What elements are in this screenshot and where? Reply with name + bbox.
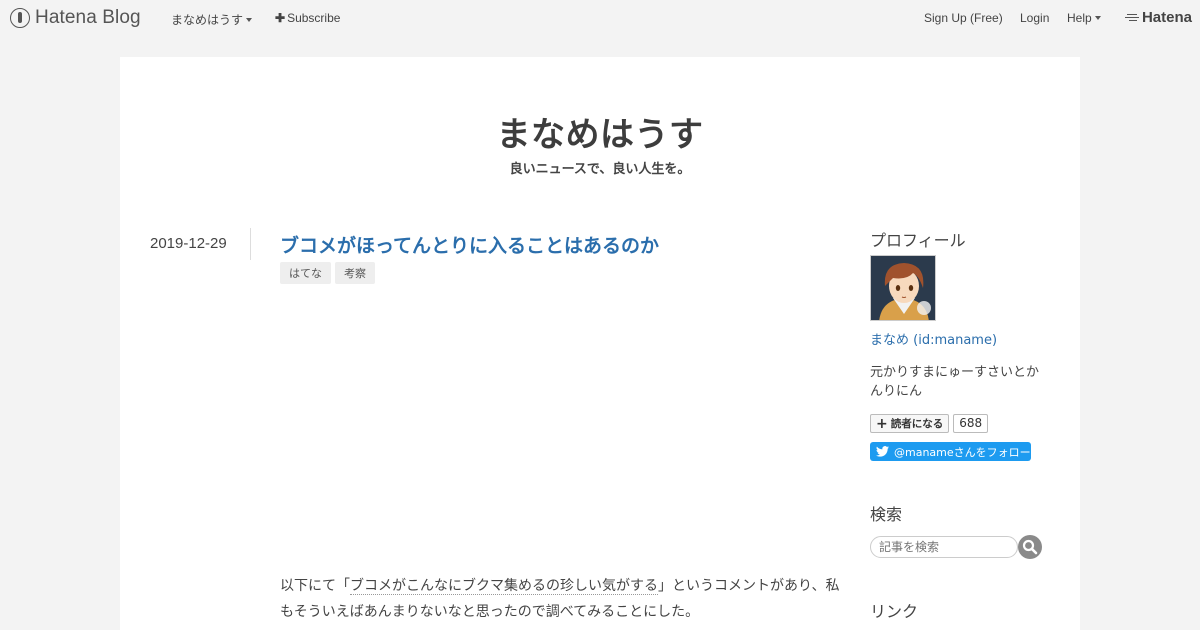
hatena-blog-logo[interactable]: Hatena Blog	[10, 7, 141, 29]
subscribe-widget: + 読者になる 688	[870, 414, 989, 433]
category-tag[interactable]: 考察	[335, 262, 375, 284]
profile-description: 元かりすまにゅーすさいとかんりにん	[870, 365, 1040, 399]
links-heading: リンク	[870, 602, 919, 621]
profile-name-link[interactable]: まなめ (id:maname)	[870, 329, 997, 348]
subscribe-label: Subscribe	[287, 11, 341, 25]
twitter-follow-label: @manameさんをフォロー	[894, 445, 1031, 459]
hatena-logo-text: Hatena	[1141, 9, 1192, 26]
subscribe-link[interactable]: ✚ Subscribe	[275, 11, 340, 25]
twitter-bird-icon	[876, 446, 889, 457]
subscribe-button-label: 読者になる	[890, 418, 944, 430]
login-link[interactable]: Login	[1020, 11, 1049, 25]
blog-title[interactable]: まなめはうす	[120, 107, 1080, 156]
caret-down-icon	[1094, 16, 1101, 20]
entry-date[interactable]: 2019-12-29	[150, 235, 227, 252]
entry-text: 以下にて「	[280, 578, 350, 594]
hatena-lines-icon	[1124, 13, 1139, 23]
quote-link[interactable]: ブコメがこんなにブクマ集めるの珍しい気がする	[350, 578, 658, 595]
entry-body: 以下にて「ブコメがこんなにブクマ集めるの珍しい気がする」というコメントがあり、私…	[280, 573, 845, 625]
profile-avatar[interactable]	[870, 255, 936, 321]
logo-text: Hatena Blog	[35, 7, 141, 28]
subscribe-button[interactable]: + 読者になる	[870, 414, 950, 433]
blog-description: 良いニュースで、良い人生を。	[509, 162, 691, 177]
profile-heading: プロフィール	[870, 231, 966, 250]
subscriber-count[interactable]: 688	[953, 414, 989, 433]
global-header: Hatena Blog まなめはうす ✚ Subscribe Sign Up (F…	[0, 0, 1200, 36]
search-input[interactable]	[870, 536, 1018, 558]
entry-title[interactable]: ブコメがほってんとりに入ることはあるのか	[280, 231, 659, 258]
entry-categories: はてな 考察	[280, 262, 375, 284]
hatena-logo[interactable]: Hatena	[1124, 9, 1192, 26]
category-tag[interactable]: はてな	[280, 262, 331, 284]
signup-link[interactable]: Sign Up (Free)	[924, 11, 1003, 25]
search-button[interactable]	[1018, 535, 1042, 559]
help-menu[interactable]: Help	[1067, 11, 1101, 25]
help-label: Help	[1067, 11, 1092, 25]
blog-menu-label: まなめはうす	[171, 13, 244, 27]
plus-icon: ✚	[275, 11, 286, 25]
search-icon	[1022, 539, 1038, 555]
search-heading: 検索	[870, 505, 903, 524]
blog-container: まなめはうす 良いニュースで、良い人生を。 2019-12-29 ブコメがほって…	[120, 57, 1080, 630]
hatena-blog-logo-icon	[10, 8, 30, 28]
date-divider	[250, 228, 251, 260]
blog-menu[interactable]: まなめはうす	[171, 11, 253, 28]
caret-down-icon	[246, 18, 253, 22]
twitter-follow-button[interactable]: @manameさんをフォロー	[870, 442, 1031, 461]
plus-icon: +	[876, 415, 888, 432]
